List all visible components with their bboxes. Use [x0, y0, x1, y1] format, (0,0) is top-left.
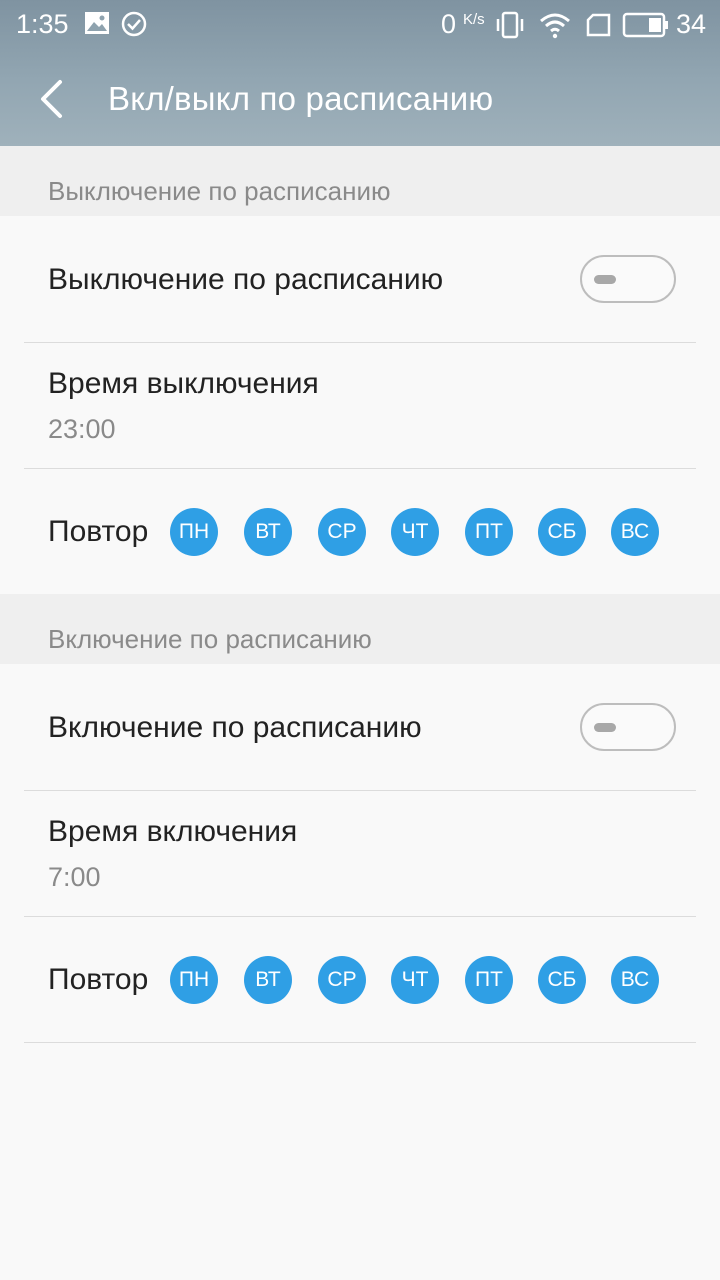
power-off-time-label: Время выключения [48, 367, 319, 400]
back-arrow-icon[interactable] [28, 74, 78, 124]
power-off-card: Выключение по расписанию Время выключени… [0, 216, 720, 594]
power-on-toggle-label: Включение по расписанию [48, 711, 422, 744]
day-button-tue[interactable]: ВТ [244, 956, 292, 1004]
section-header-power-off: Выключение по расписанию [0, 146, 720, 216]
day-button-mon[interactable]: ПН [170, 956, 218, 1004]
power-off-repeat-row: Повтор ПН ВТ СР ЧТ ПТ СБ ВС [0, 469, 720, 594]
day-button-sun[interactable]: ВС [611, 508, 659, 556]
vibrate-icon [496, 11, 524, 39]
wifi-icon [540, 13, 570, 39]
divider [24, 1042, 696, 1043]
check-circle-icon [121, 11, 147, 37]
battery-icon [622, 12, 668, 38]
power-on-toggle[interactable] [580, 703, 676, 751]
power-off-time-value: 23:00 [48, 414, 116, 444]
sim-icon [586, 13, 611, 37]
day-button-fri[interactable]: ПТ [465, 508, 513, 556]
power-on-repeat-label: Повтор [48, 963, 149, 996]
day-button-sat[interactable]: СБ [538, 508, 586, 556]
section-header-power-on: Включение по расписанию [0, 594, 720, 664]
power-on-card: Включение по расписанию Время включения … [0, 664, 720, 1280]
day-button-fri[interactable]: ПТ [465, 956, 513, 1004]
image-icon [85, 12, 109, 34]
day-button-sun[interactable]: ВС [611, 956, 659, 1004]
status-bar: 1:35 0 K/s 34 [0, 0, 720, 50]
power-off-repeat-label: Повтор [48, 515, 149, 548]
toggle-knob [594, 723, 616, 732]
power-off-toggle-row[interactable]: Выключение по расписанию [0, 216, 720, 342]
day-button-thu[interactable]: ЧТ [391, 508, 439, 556]
page-title: Вкл/выкл по расписанию [108, 80, 494, 117]
power-off-toggle-label: Выключение по расписанию [48, 263, 444, 296]
power-on-time-value: 7:00 [48, 862, 101, 892]
net-speed-value: 0 [441, 9, 457, 39]
day-button-wed[interactable]: СР [318, 508, 366, 556]
power-off-days: ПН ВТ СР ЧТ ПТ СБ ВС [170, 508, 670, 556]
day-button-wed[interactable]: СР [318, 956, 366, 1004]
day-button-sat[interactable]: СБ [538, 956, 586, 1004]
day-button-mon[interactable]: ПН [170, 508, 218, 556]
net-speed-unit: K/s [463, 11, 485, 28]
power-off-toggle[interactable] [580, 255, 676, 303]
power-on-time-label: Время включения [48, 815, 298, 848]
toggle-knob [594, 275, 616, 284]
status-time: 1:35 [16, 9, 69, 39]
power-off-time-row[interactable]: Время выключения 23:00 [0, 343, 720, 468]
power-on-days: ПН ВТ СР ЧТ ПТ СБ ВС [170, 956, 670, 1004]
power-on-toggle-row[interactable]: Включение по расписанию [0, 664, 720, 790]
power-on-repeat-row: Повтор ПН ВТ СР ЧТ ПТ СБ ВС [0, 917, 720, 1042]
app-bar: Вкл/выкл по расписанию [0, 50, 720, 146]
power-on-time-row[interactable]: Время включения 7:00 [0, 791, 720, 916]
battery-level: 34 [676, 9, 707, 39]
header-bar: 1:35 0 K/s 34 Вкл/выкл по расписанию [0, 0, 720, 146]
day-button-tue[interactable]: ВТ [244, 508, 292, 556]
day-button-thu[interactable]: ЧТ [391, 956, 439, 1004]
